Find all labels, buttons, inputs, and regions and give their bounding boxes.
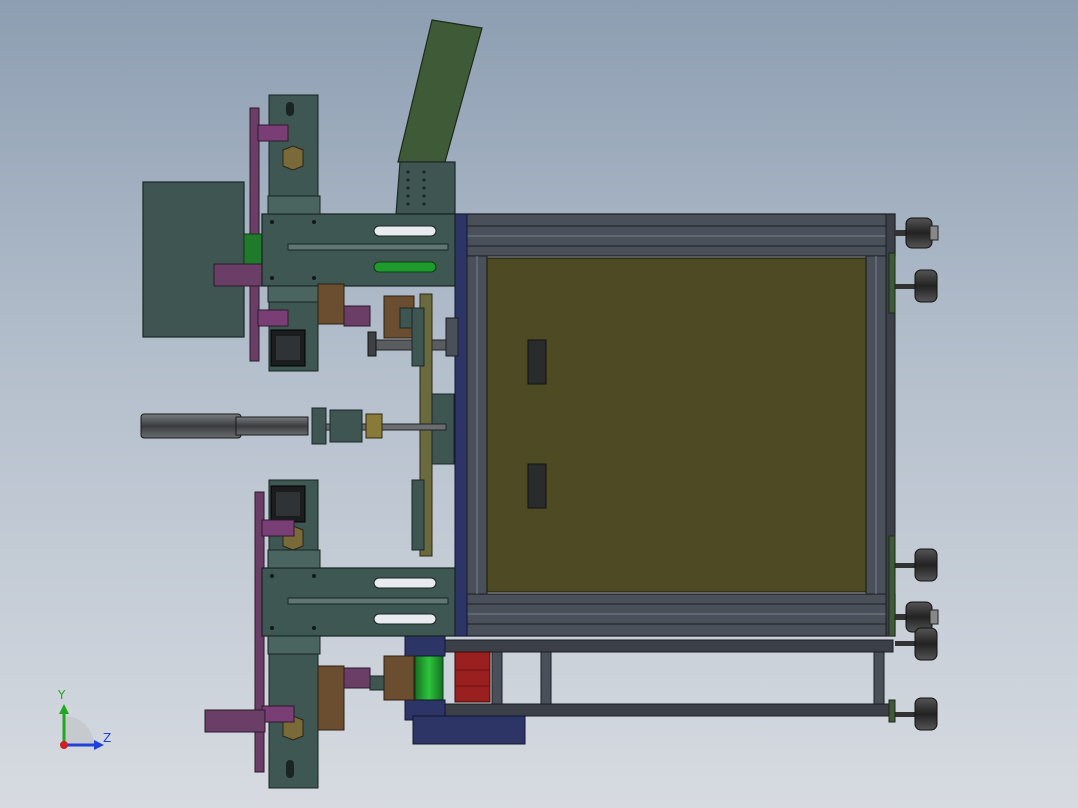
foot-6 xyxy=(895,697,938,731)
center-panel xyxy=(486,257,867,593)
triad-z-label: Z xyxy=(103,731,112,745)
cad-viewport[interactable]: Y Z xyxy=(0,0,1078,808)
assembly-drawing xyxy=(59,19,939,789)
leveling-feet xyxy=(888,217,939,731)
chute-guard xyxy=(395,19,483,215)
foot-4 xyxy=(895,601,939,633)
foot-1 xyxy=(895,217,939,249)
axis-triad xyxy=(59,704,104,750)
pneumatic-cylinder xyxy=(140,407,447,445)
triad-y-label: Y xyxy=(58,688,66,702)
lower-frame xyxy=(404,635,894,745)
foot-5 xyxy=(895,627,938,661)
foot-2 xyxy=(895,269,938,303)
x-axis-dot xyxy=(60,741,68,749)
foot-3 xyxy=(895,548,938,582)
motor-cover xyxy=(142,181,245,338)
y-axis-arrow xyxy=(59,704,69,714)
